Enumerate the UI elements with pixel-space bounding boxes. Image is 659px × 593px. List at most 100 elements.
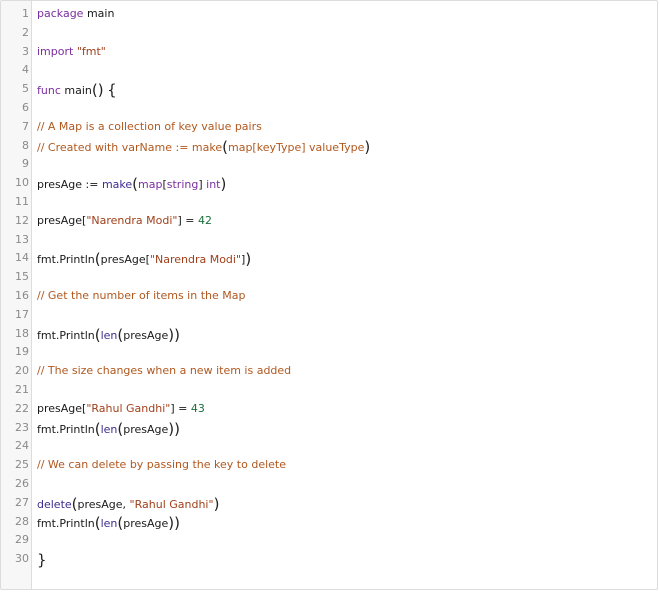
code-token: len bbox=[100, 422, 118, 436]
code-token: presAge[ bbox=[100, 253, 150, 267]
line-number: 12 bbox=[15, 213, 29, 227]
code-text: package main bbox=[37, 5, 114, 24]
code-token: presAge, bbox=[77, 497, 130, 511]
code-token: func bbox=[37, 84, 61, 98]
code-token: presAge bbox=[123, 516, 169, 530]
code-token: fmt.Println bbox=[37, 328, 95, 342]
line-number: 18 bbox=[15, 326, 29, 340]
code-line[interactable]: 22 presAge["Rahul Gandhi"] = 43 bbox=[1, 400, 657, 419]
line-number: 9 bbox=[22, 157, 29, 171]
line-number: 30 bbox=[15, 552, 29, 566]
code-token: )) bbox=[168, 419, 181, 438]
code-line[interactable]: 7 // A Map is a collection of key value p… bbox=[1, 118, 657, 137]
code-token: 43 bbox=[190, 401, 205, 415]
code-token: package bbox=[37, 7, 84, 20]
code-line[interactable]: 26 bbox=[1, 475, 657, 494]
code-line[interactable]: 5 func main() { bbox=[1, 80, 657, 99]
code-line[interactable]: 8 // Created with varName := make(map[key… bbox=[1, 137, 657, 156]
code-token: ( bbox=[117, 419, 124, 438]
code-token: presAge := bbox=[37, 178, 102, 192]
code-line[interactable]: 25 // We can delete by passing the key to… bbox=[1, 456, 657, 475]
code-token: ] = bbox=[177, 213, 198, 227]
code-line[interactable]: 11 bbox=[1, 193, 657, 212]
code-token: main bbox=[60, 84, 92, 98]
code-line[interactable]: 24 bbox=[1, 437, 657, 456]
code-token: ( bbox=[71, 494, 78, 513]
code-token: 42 bbox=[197, 213, 212, 227]
code-token: int bbox=[206, 178, 221, 192]
code-token: ) bbox=[220, 175, 227, 194]
code-token: "fmt" bbox=[76, 44, 106, 58]
line-number: 17 bbox=[15, 307, 29, 321]
code-token: { bbox=[107, 81, 117, 100]
code-token: main bbox=[83, 7, 115, 20]
code-line[interactable]: 9 bbox=[1, 155, 657, 174]
code-line[interactable]: 3 import "fmt" bbox=[1, 43, 657, 62]
code-line[interactable]: 19 bbox=[1, 343, 657, 362]
line-number: 13 bbox=[15, 232, 29, 246]
code-token: "Rahul Gandhi" bbox=[129, 497, 214, 511]
code-text: // We can delete by passing the key to d… bbox=[37, 456, 286, 475]
line-number: 23 bbox=[15, 420, 29, 434]
code-token: ] bbox=[198, 178, 207, 192]
code-line[interactable]: 15 bbox=[1, 268, 657, 287]
code-text: // Get the number of items in the Map bbox=[37, 287, 245, 306]
code-line[interactable]: 18 fmt.Println(len(presAge)) bbox=[1, 325, 657, 344]
line-number: 10 bbox=[15, 176, 29, 190]
code-token: // Get the number of items in the Map bbox=[37, 288, 246, 302]
code-line[interactable]: 21 bbox=[1, 381, 657, 400]
code-token: presAge[ bbox=[37, 213, 87, 227]
code-line[interactable]: 6 bbox=[1, 99, 657, 118]
code-token: "Narendra Modi" bbox=[86, 213, 178, 227]
code-token: len bbox=[100, 516, 118, 530]
code-text: presAge["Rahul Gandhi"] = 43 bbox=[37, 400, 205, 419]
code-text: presAge := make(map[string] int) bbox=[37, 174, 226, 195]
code-text: presAge["Narendra Modi"] = 42 bbox=[37, 212, 212, 231]
code-token: ) bbox=[245, 250, 252, 269]
code-line[interactable]: 12 presAge["Narendra Modi"] = 42 bbox=[1, 212, 657, 231]
code-line[interactable]: 1 package main bbox=[1, 5, 657, 24]
code-token: ) bbox=[364, 137, 371, 156]
line-number: 26 bbox=[15, 476, 29, 490]
code-line[interactable]: 29 bbox=[1, 531, 657, 550]
code-token: // A Map is a collection of key value pa… bbox=[37, 119, 262, 133]
line-number: 5 bbox=[22, 82, 29, 96]
code-line[interactable]: 27 delete(presAge, "Rahul Gandhi") bbox=[1, 494, 657, 513]
line-number: 6 bbox=[22, 100, 29, 114]
code-editor[interactable]: 1 package main 2 3 import "fmt" 4 5 func main()… bbox=[0, 0, 658, 590]
code-line[interactable]: 13 bbox=[1, 231, 657, 250]
line-number: 7 bbox=[22, 119, 29, 133]
code-line[interactable]: 23 fmt.Println(len(presAge)) bbox=[1, 419, 657, 438]
code-line[interactable]: 16 // Get the number of items in the Map bbox=[1, 287, 657, 306]
line-number: 21 bbox=[15, 382, 29, 396]
code-token: presAge bbox=[123, 328, 169, 342]
code-token: ( bbox=[94, 250, 101, 269]
code-line[interactable]: 30} bbox=[1, 550, 657, 569]
code-line[interactable]: 10 presAge := make(map[string] int) bbox=[1, 174, 657, 193]
code-token: len bbox=[100, 328, 118, 342]
line-number: 29 bbox=[15, 533, 29, 547]
code-line[interactable]: 20 // The size changes when a new item is… bbox=[1, 362, 657, 381]
code-line[interactable]: 14 fmt.Println(presAge["Narendra Modi"]) bbox=[1, 249, 657, 268]
line-number: 3 bbox=[22, 44, 29, 58]
code-token: // Created with varName := make bbox=[37, 140, 223, 154]
code-text: delete(presAge, "Rahul Gandhi") bbox=[37, 494, 219, 515]
code-text: // A Map is a collection of key value pa… bbox=[37, 118, 262, 137]
code-token: ( bbox=[132, 175, 139, 194]
code-text: import "fmt" bbox=[37, 43, 106, 62]
code-line[interactable]: 4 bbox=[1, 61, 657, 80]
line-number: 19 bbox=[15, 345, 29, 359]
code-line[interactable]: 28 fmt.Println(len(presAge)) bbox=[1, 513, 657, 532]
line-number: 22 bbox=[15, 401, 29, 415]
code-token: )) bbox=[168, 325, 181, 344]
code-token: ( bbox=[94, 419, 101, 438]
code-token: ) bbox=[213, 494, 220, 513]
code-token: )) bbox=[168, 513, 181, 532]
line-number: 2 bbox=[22, 25, 29, 39]
code-line[interactable]: 2 bbox=[1, 24, 657, 43]
code-token: fmt.Println bbox=[37, 422, 95, 436]
code-line[interactable]: 17 bbox=[1, 306, 657, 325]
code-token: import bbox=[37, 44, 74, 58]
code-token: "Rahul Gandhi" bbox=[86, 401, 171, 415]
code-token: delete bbox=[37, 497, 72, 511]
